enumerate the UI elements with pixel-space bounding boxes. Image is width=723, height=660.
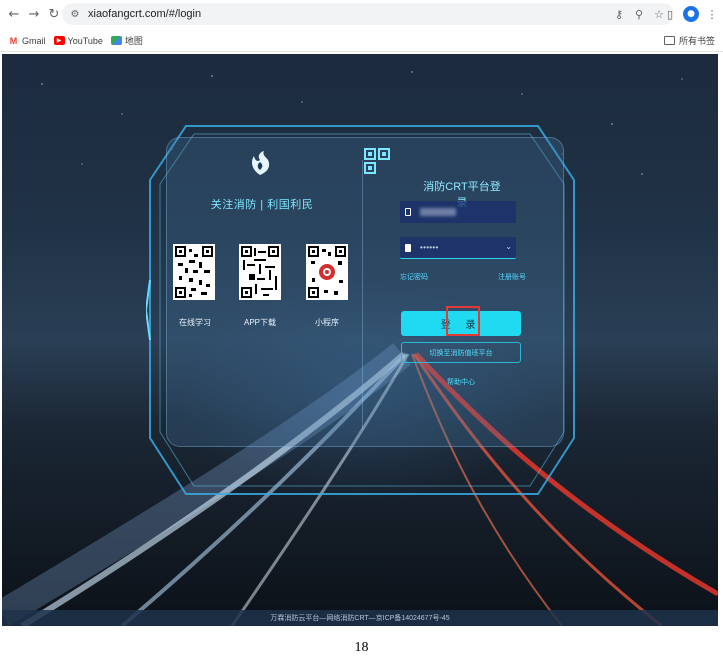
password-field[interactable]: •••••• ⌄ [400, 237, 516, 259]
url-text[interactable]: xiaofangcrt.com/#/login [88, 8, 201, 20]
login-card [166, 137, 564, 447]
site-footer: 万霖消防云平台—网络消防CRT—京ICP备14024677号-45 [2, 610, 718, 626]
qr-caption-learning: 在线学习 [179, 318, 211, 327]
bookmark-maps[interactable]: 地图 [110, 34, 143, 47]
forward-icon[interactable]: → [26, 6, 42, 22]
username-value-redacted [420, 208, 456, 216]
password-value: •••••• [420, 243, 439, 252]
profile-avatar-icon[interactable]: ● [683, 6, 699, 22]
chevron-down-icon[interactable]: ⌄ [505, 242, 512, 251]
menu-kebab-icon[interactable]: ⋮ [705, 5, 719, 23]
qr-caption-app: APP下载 [243, 318, 276, 327]
qr-code-app [239, 244, 285, 300]
qr-code-icon [173, 244, 215, 300]
username-field[interactable] [400, 201, 516, 223]
gmail-icon: M [9, 35, 18, 46]
bookmark-label: YouTube [67, 35, 103, 46]
all-bookmarks-button[interactable]: 所有书签 [663, 34, 715, 47]
bookmarks-bar: M Gmail ▶ YouTube 地图 所有书签 [0, 30, 723, 52]
qr-code-icon [306, 244, 348, 300]
back-icon[interactable]: ← [6, 6, 22, 22]
password-key-icon[interactable]: ⚷ [612, 6, 626, 22]
qr-scan-corner-icon[interactable] [364, 148, 390, 178]
register-link[interactable]: 注册账号 [498, 272, 526, 282]
youtube-icon: ▶ [53, 36, 65, 45]
browser-toolbar: ← → ↻ ⚙ xiaofangcrt.com/#/login ⚷ ⚲ ☆ ▯ … [0, 0, 723, 28]
qr-code-icon [239, 244, 281, 300]
bookmark-gmail[interactable]: M Gmail [8, 36, 46, 46]
bookmark-youtube[interactable]: ▶ YouTube [53, 35, 103, 46]
address-bar[interactable]: ⚙ xiaofangcrt.com/#/login ⚷ ⚲ ☆ [62, 3, 674, 25]
user-icon [405, 208, 411, 216]
qr-caption-miniprogram: 小程序 [315, 318, 339, 327]
highlight-box [446, 306, 480, 336]
card-divider [362, 160, 363, 430]
footer-text: 万霖消防云平台—网络消防CRT—京ICP备14024677号-45 [270, 615, 450, 622]
forgot-password-link[interactable]: 忘记密码 [400, 272, 428, 282]
zoom-icon[interactable]: ⚲ [632, 6, 646, 22]
fire-logo-icon [252, 151, 270, 175]
page-number: 18 [354, 640, 369, 655]
bookmark-label: 地图 [124, 36, 143, 46]
help-center-link[interactable]: 帮助中心 [446, 377, 476, 387]
qr-code-miniprogram [306, 244, 352, 300]
slogan: 关注消防 | 利国利民 [210, 199, 314, 211]
site-info-icon[interactable]: ⚙ [68, 7, 82, 21]
lock-icon [405, 243, 411, 252]
switch-platform-button[interactable]: 切换至消防值班平台 [401, 342, 521, 363]
bookmark-label: Gmail [22, 35, 46, 46]
side-panel-icon[interactable]: ▯ [663, 5, 677, 23]
folder-icon [663, 36, 675, 45]
reload-icon[interactable]: ↻ [46, 6, 62, 22]
maps-icon [110, 36, 122, 45]
all-bookmarks-label: 所有书签 [678, 36, 715, 46]
qr-code-learning [173, 244, 219, 300]
